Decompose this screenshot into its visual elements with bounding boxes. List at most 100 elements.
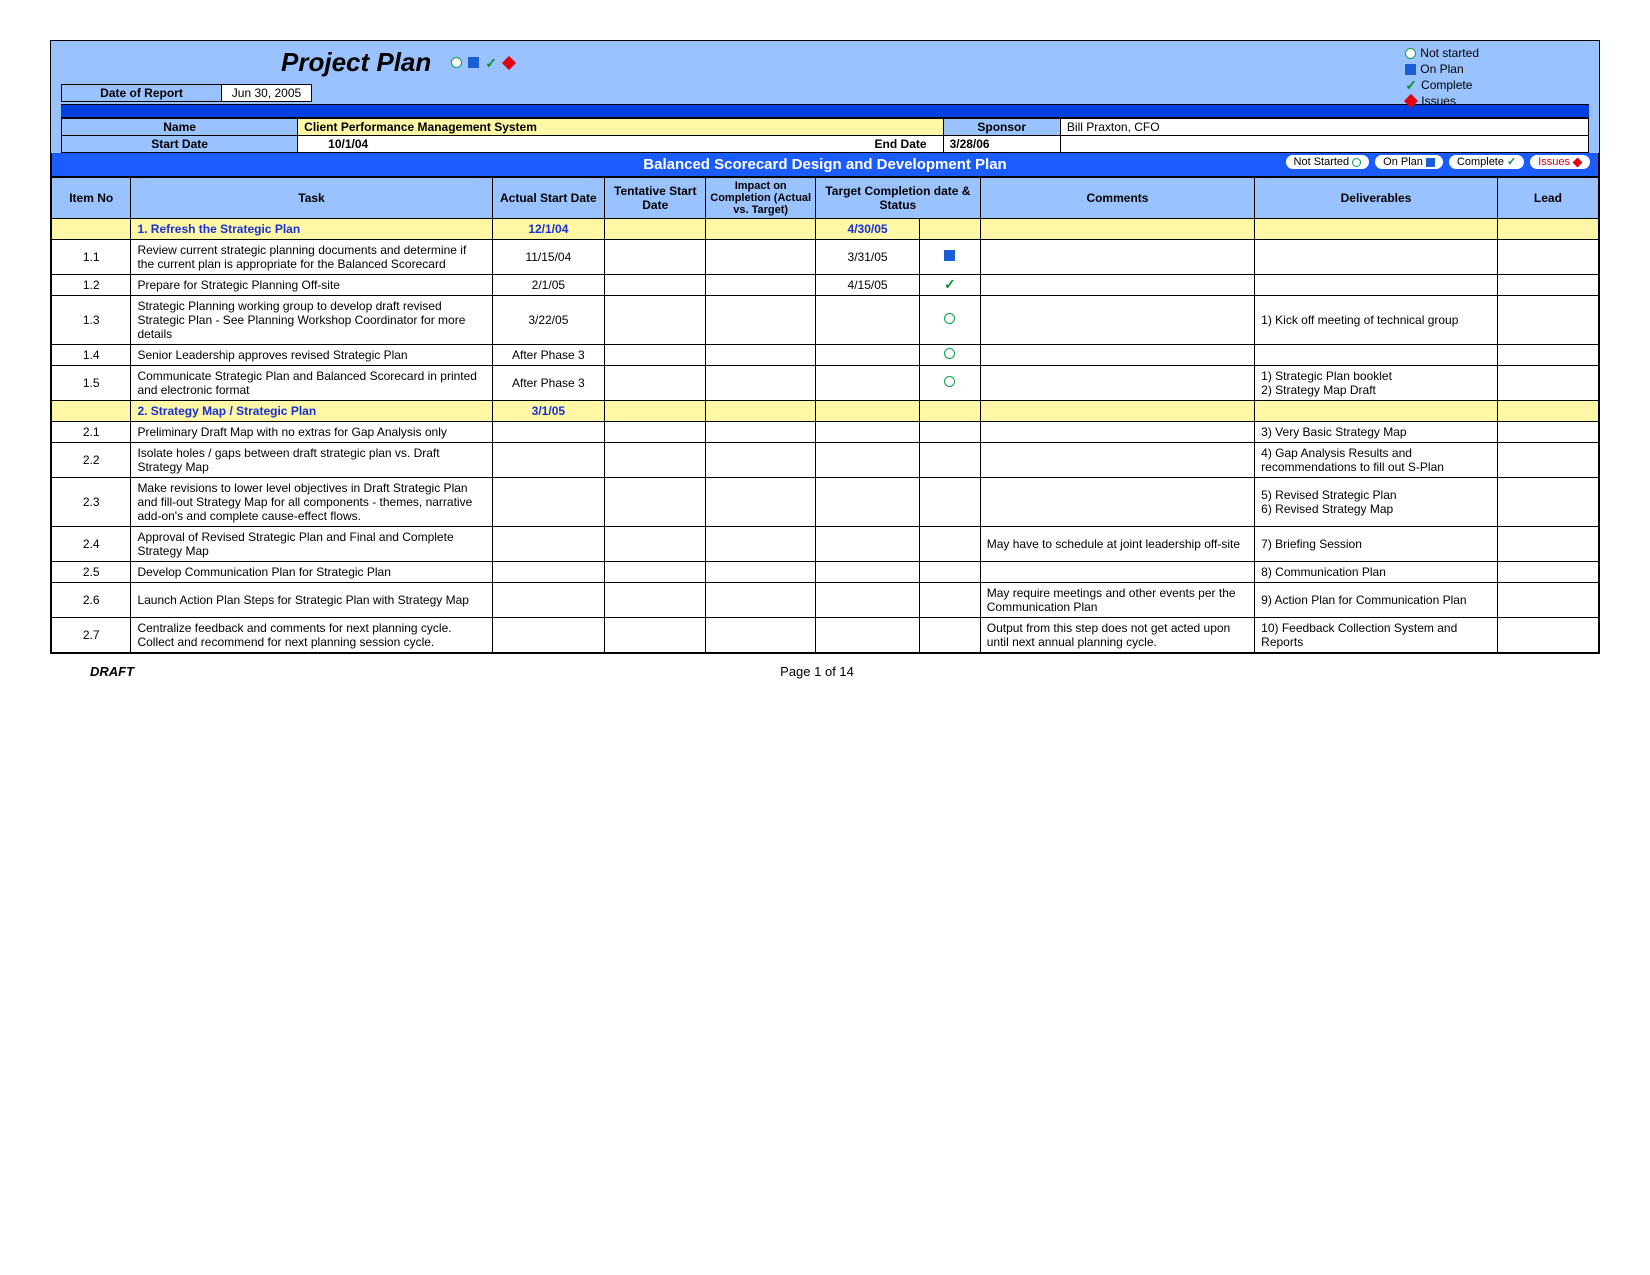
section-title-cell: 1. Refresh the Strategic Plan <box>131 219 492 240</box>
section-title: Balanced Scorecard Design and Developmen… <box>643 156 1006 173</box>
square-icon <box>1405 64 1416 75</box>
status-legend: Not started On Plan ✓Complete Issues <box>1405 45 1479 109</box>
cell-lead <box>1497 422 1598 443</box>
blue-band <box>61 104 1589 118</box>
end-date-label: End Date <box>875 137 927 151</box>
circle-icon <box>944 348 955 359</box>
square-icon <box>944 250 955 261</box>
circle-icon <box>944 376 955 387</box>
cell-impact <box>706 296 816 345</box>
cell-lead <box>1497 345 1598 366</box>
col-item-no: Item No <box>52 178 131 219</box>
cell-lead <box>1497 275 1598 296</box>
cell-target-date <box>816 562 920 583</box>
cell-actual-start: After Phase 3 <box>492 345 605 366</box>
table-row: 1.4Senior Leadership approves revised St… <box>52 345 1599 366</box>
cell-deliverables: 7) Briefing Session <box>1255 527 1498 562</box>
cell-actual-start: 2/1/05 <box>492 275 605 296</box>
table-row: 1.5Communicate Strategic Plan and Balanc… <box>52 366 1599 401</box>
cell-tentative-start <box>605 527 706 562</box>
cell-status <box>920 562 981 583</box>
cell-target-date: 3/31/05 <box>816 240 920 275</box>
table-row: 2.2Isolate holes / gaps between draft st… <box>52 443 1599 478</box>
report-date-row: Date of Report Jun 30, 2005 <box>61 84 1589 102</box>
circle-icon <box>1405 48 1416 59</box>
cell-lead <box>1497 240 1598 275</box>
cell-comments <box>980 422 1254 443</box>
cell-task: Prepare for Strategic Planning Off-site <box>131 275 492 296</box>
cell-status <box>920 366 981 401</box>
cell-comments <box>980 275 1254 296</box>
table-row: 2.4Approval of Revised Strategic Plan an… <box>52 527 1599 562</box>
cell-actual-start: 11/15/04 <box>492 240 605 275</box>
col-target-completion: Target Completion date & Status <box>816 178 981 219</box>
page-title: Project Plan <box>281 47 431 78</box>
cell-item-no: 2.5 <box>52 562 131 583</box>
pill-complete[interactable]: Complete ✓ <box>1449 155 1524 169</box>
cell-actual-start <box>492 562 605 583</box>
cell-item-no: 1.1 <box>52 240 131 275</box>
cell-deliverables: 5) Revised Strategic Plan6) Revised Stra… <box>1255 478 1498 527</box>
cell-tentative-start <box>605 478 706 527</box>
cell-comments <box>980 345 1254 366</box>
cell-task: Make revisions to lower level objectives… <box>131 478 492 527</box>
cell-target-date <box>816 366 920 401</box>
cell-item-no: 2.3 <box>52 478 131 527</box>
cell-impact <box>706 583 816 618</box>
cell-target-date <box>816 443 920 478</box>
cell-lead <box>1497 296 1598 345</box>
cell-lead <box>1497 527 1598 562</box>
cell-impact <box>706 478 816 527</box>
cell-status <box>920 527 981 562</box>
cell-tentative-start <box>605 345 706 366</box>
cell-impact <box>706 443 816 478</box>
table-row: 2.6Launch Action Plan Steps for Strategi… <box>52 583 1599 618</box>
legend-complete: Complete <box>1421 77 1472 93</box>
cell-status <box>920 478 981 527</box>
pill-on-plan[interactable]: On Plan <box>1375 155 1443 169</box>
cell-deliverables: 1) Kick off meeting of technical group <box>1255 296 1498 345</box>
cell-comments <box>980 366 1254 401</box>
cell-task: Review current strategic planning docume… <box>131 240 492 275</box>
cell-item-no: 2.6 <box>52 583 131 618</box>
cell-actual-start: After Phase 3 <box>492 366 605 401</box>
cell-impact <box>706 345 816 366</box>
cell-item-no: 2.2 <box>52 443 131 478</box>
pill-not-started[interactable]: Not Started <box>1286 155 1370 169</box>
cell-task: Develop Communication Plan for Strategic… <box>131 562 492 583</box>
start-date: 10/1/04 <box>328 137 368 151</box>
table-row: 1.3Strategic Planning working group to d… <box>52 296 1599 345</box>
cell-tentative-start <box>605 275 706 296</box>
cell-impact <box>706 366 816 401</box>
cell-task: Approval of Revised Strategic Plan and F… <box>131 527 492 562</box>
cell-task: Communicate Strategic Plan and Balanced … <box>131 366 492 401</box>
table-row: 2.5Develop Communication Plan for Strate… <box>52 562 1599 583</box>
col-actual-start: Actual Start Date <box>492 178 605 219</box>
cell-comments <box>980 240 1254 275</box>
page-footer: DRAFT Page 1 of 14 <box>50 654 1600 679</box>
cell-tentative-start <box>605 618 706 653</box>
cell-lead <box>1497 562 1598 583</box>
cell-lead <box>1497 443 1598 478</box>
cell-item-no: 1.2 <box>52 275 131 296</box>
section-actual-start: 3/1/05 <box>492 401 605 422</box>
cell-actual-start <box>492 583 605 618</box>
col-lead: Lead <box>1497 178 1598 219</box>
circle-icon <box>1352 158 1361 167</box>
table-row: 2.7Centralize feedback and comments for … <box>52 618 1599 653</box>
cell-actual-start <box>492 443 605 478</box>
check-icon: ✓ <box>485 57 497 69</box>
cell-item-no: 2.7 <box>52 618 131 653</box>
sponsor-name: Bill Praxton, CFO <box>1060 119 1588 136</box>
cell-impact <box>706 240 816 275</box>
cell-deliverables <box>1255 240 1498 275</box>
cell-status <box>920 583 981 618</box>
cell-lead <box>1497 478 1598 527</box>
cell-deliverables: 9) Action Plan for Communication Plan <box>1255 583 1498 618</box>
pill-issues[interactable]: Issues <box>1530 155 1590 169</box>
table-row: 1.1Review current strategic planning doc… <box>52 240 1599 275</box>
cell-item-no: 1.4 <box>52 345 131 366</box>
cell-target-date <box>816 618 920 653</box>
cell-target-date <box>816 583 920 618</box>
start-date-label: Start Date <box>62 136 298 153</box>
